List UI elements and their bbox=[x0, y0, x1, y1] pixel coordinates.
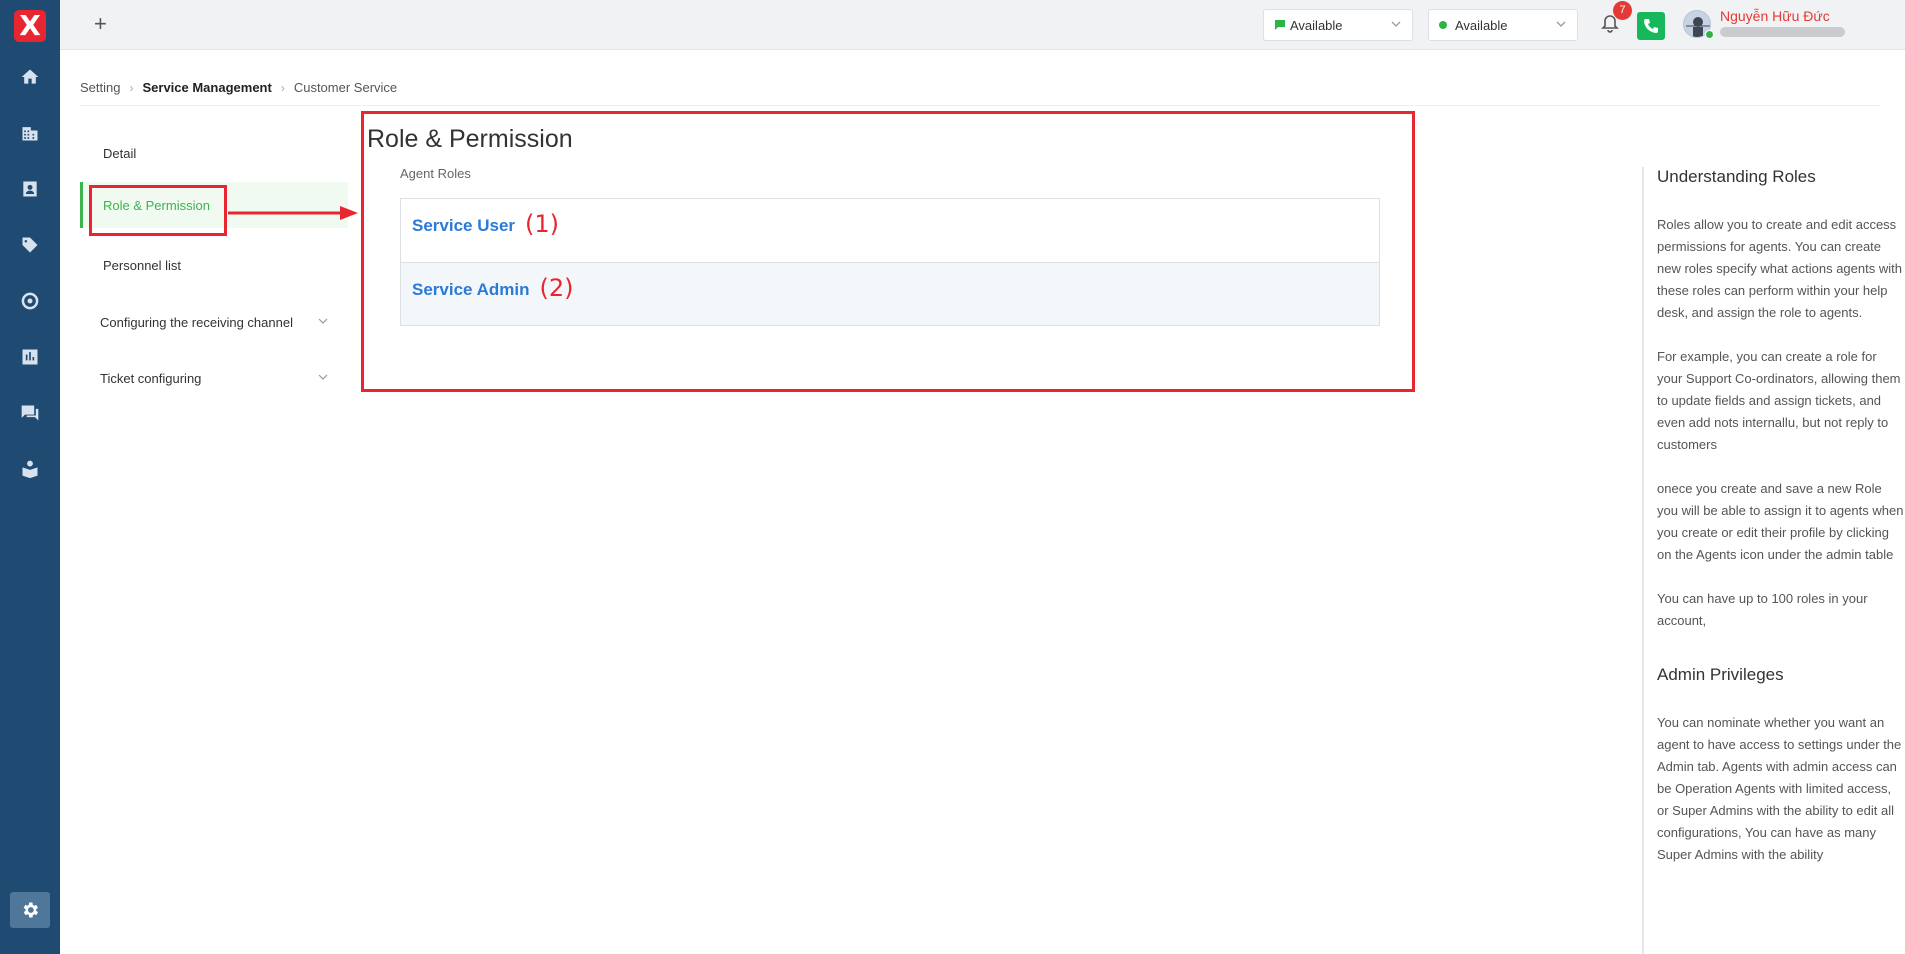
help-title-admin: Admin Privileges bbox=[1657, 665, 1784, 684]
help-paragraph: You can nominate whether you want an age… bbox=[1657, 715, 1902, 862]
help-paragraph: onece you create and save a new Role you… bbox=[1657, 481, 1904, 562]
breadcrumb-service-management[interactable]: Service Management bbox=[142, 80, 271, 95]
building-icon[interactable] bbox=[18, 121, 42, 145]
menu-item-detail[interactable]: Detail bbox=[80, 130, 348, 176]
chevron-down-icon bbox=[1556, 21, 1566, 27]
chat-status-icon bbox=[1275, 20, 1285, 30]
chevron-down-icon bbox=[318, 374, 328, 380]
help-title-roles: Understanding Roles bbox=[1657, 167, 1816, 186]
bar-chart-icon[interactable] bbox=[18, 345, 42, 369]
breadcrumb-setting[interactable]: Setting bbox=[80, 80, 120, 95]
left-sidebar: X bbox=[0, 0, 60, 954]
help-paragraph: Roles allow you to create and edit acces… bbox=[1657, 217, 1902, 320]
add-tab-button[interactable]: + bbox=[94, 12, 107, 36]
reader-icon[interactable] bbox=[18, 457, 42, 481]
notification-badge: 7 bbox=[1613, 1, 1632, 20]
user-subtitle-redacted bbox=[1720, 27, 1845, 37]
annotation-highlight-box bbox=[361, 111, 1415, 392]
tag-icon[interactable] bbox=[18, 233, 42, 257]
menu-item-ticket-configuring[interactable]: Ticket configuring bbox=[80, 355, 348, 401]
target-icon[interactable] bbox=[18, 289, 42, 313]
help-paragraph: For example, you can create a role for y… bbox=[1657, 349, 1901, 452]
breadcrumb-customer-service: Customer Service bbox=[293, 80, 398, 95]
help-panel: Understanding Roles Roles allow you to c… bbox=[1642, 167, 1905, 954]
menu-item-label: Ticket configuring bbox=[100, 370, 202, 386]
chevron-right-icon: › bbox=[129, 80, 134, 95]
help-paragraph: You can have up to 100 roles in your acc… bbox=[1657, 591, 1868, 628]
annotation-arrow-icon bbox=[228, 206, 358, 220]
chevron-right-icon: › bbox=[280, 80, 285, 95]
chat-status-select[interactable]: Available bbox=[1263, 9, 1413, 41]
annotation-highlight-box bbox=[89, 185, 227, 236]
phone-button[interactable] bbox=[1637, 12, 1665, 40]
chat-icon[interactable] bbox=[18, 401, 42, 425]
home-icon[interactable] bbox=[18, 65, 42, 89]
menu-item-label: Personnel list bbox=[103, 257, 182, 273]
contact-card-icon[interactable] bbox=[18, 177, 42, 201]
app-logo[interactable]: X bbox=[14, 10, 46, 42]
phone-icon bbox=[1644, 19, 1658, 33]
menu-item-label: Configuring the receiving channel bbox=[100, 314, 293, 330]
online-status-dot bbox=[1705, 30, 1714, 39]
chat-status-value: Available bbox=[1290, 17, 1343, 33]
menu-item-personnel-list[interactable]: Personnel list bbox=[80, 242, 348, 288]
gear-icon bbox=[23, 902, 38, 918]
top-bar: + Available Available 7 Nguyễn Hữu Đức bbox=[60, 0, 1905, 50]
breadcrumb: Setting › Service Management › Customer … bbox=[80, 80, 397, 95]
divider bbox=[80, 105, 1880, 106]
menu-item-label: Detail bbox=[103, 145, 137, 161]
call-status-value: Available bbox=[1455, 17, 1508, 33]
user-name[interactable]: Nguyễn Hữu Đức bbox=[1720, 8, 1830, 24]
call-status-select[interactable]: Available bbox=[1428, 9, 1578, 41]
menu-item-receiving-channel[interactable]: Configuring the receiving channel bbox=[80, 299, 348, 345]
settings-button[interactable] bbox=[10, 892, 50, 928]
chevron-down-icon bbox=[318, 318, 328, 324]
chevron-down-icon bbox=[1391, 21, 1401, 27]
online-dot-icon bbox=[1439, 21, 1447, 29]
